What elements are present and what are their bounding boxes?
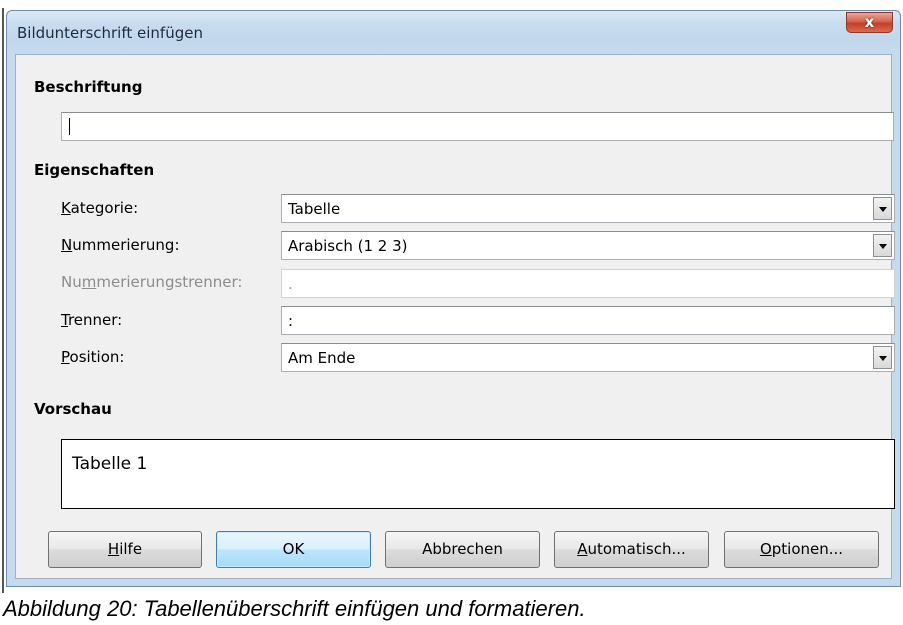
numbering-value: Arabisch (1 2 3) — [288, 237, 408, 255]
ok-button[interactable]: OK — [216, 531, 371, 568]
close-icon: x — [864, 13, 875, 31]
preview-text: Tabelle 1 — [72, 454, 148, 474]
automatic-button[interactable]: Automatisch... — [554, 531, 709, 568]
separator-value: : — [288, 312, 294, 330]
help-button[interactable]: Hilfe — [48, 531, 202, 568]
close-button[interactable]: x — [846, 12, 893, 33]
text-caret — [69, 118, 70, 135]
chevron-down-icon[interactable] — [873, 197, 892, 220]
category-dropdown[interactable]: Tabelle — [281, 194, 895, 223]
properties-section-title: Eigenschaften — [34, 161, 155, 179]
title-bar[interactable]: Bildunterschrift einfügen x — [7, 11, 900, 55]
caption-input[interactable] — [61, 112, 894, 141]
preview-section-title: Vorschau — [34, 400, 112, 418]
cancel-button[interactable]: Abbrechen — [385, 531, 540, 568]
numbering-separator-label: Nummerierungstrenner: — [61, 273, 243, 291]
chevron-down-icon[interactable] — [873, 346, 892, 369]
numbering-dropdown[interactable]: Arabisch (1 2 3) — [281, 231, 895, 260]
position-label: Position: — [61, 348, 125, 366]
caption-section-title: Beschriftung — [34, 78, 143, 96]
chevron-down-icon[interactable] — [873, 234, 892, 257]
position-dropdown[interactable]: Am Ende — [281, 343, 895, 372]
dialog-title: Bildunterschrift einfügen — [17, 24, 203, 42]
dialog-window: Bildunterschrift einfügen x Beschriftung… — [6, 10, 901, 587]
category-value: Tabelle — [288, 200, 341, 218]
numbering-separator-value: . — [288, 275, 293, 293]
preview-box: Tabelle 1 — [61, 439, 895, 509]
dialog-content: Beschriftung Eigenschaften Kategorie: Ta… — [15, 54, 895, 579]
numbering-label: Nummerierung: — [61, 236, 180, 254]
separator-input[interactable]: : — [281, 306, 895, 335]
separator-label: Trenner: — [61, 311, 123, 329]
numbering-separator-input[interactable]: . — [281, 269, 895, 298]
options-button[interactable]: Optionen... — [724, 531, 879, 568]
position-value: Am Ende — [288, 349, 356, 367]
category-label: Kategorie: — [61, 199, 139, 217]
page-edge-line — [2, 8, 4, 593]
figure-caption: Abbildung 20: Tabellenüberschrift einfüg… — [3, 596, 586, 621]
